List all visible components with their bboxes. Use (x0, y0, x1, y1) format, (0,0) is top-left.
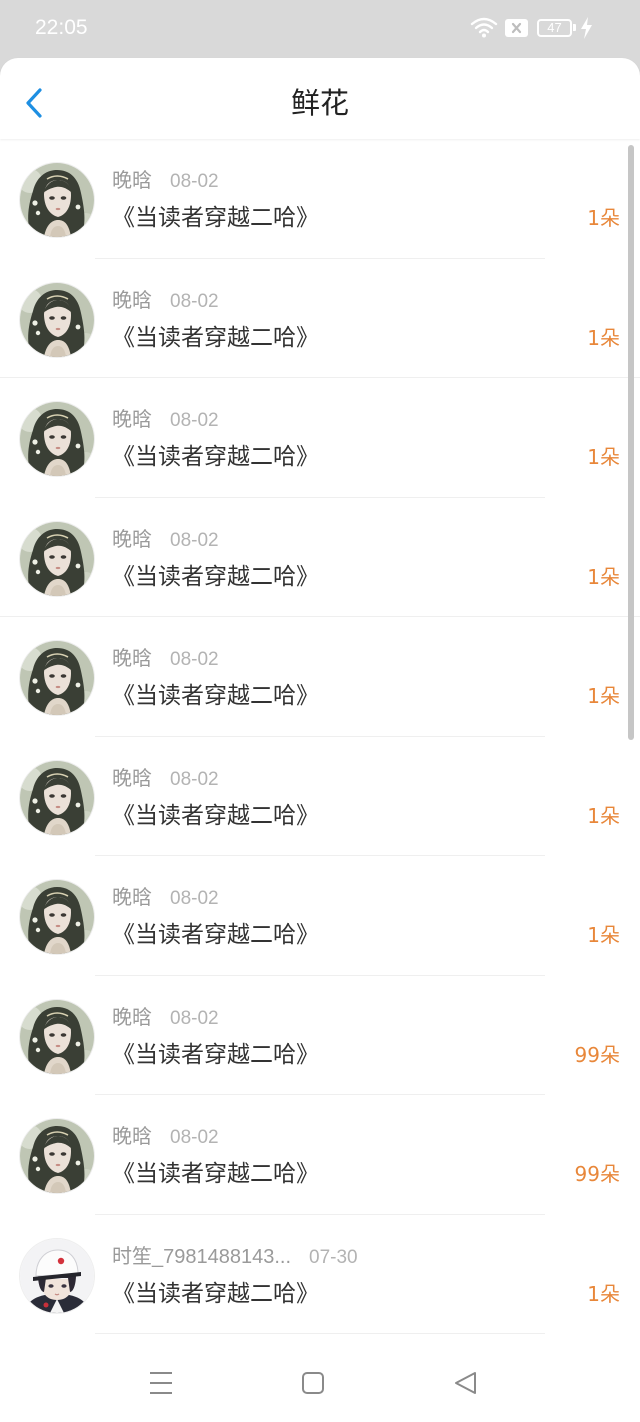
item-meta: 晚晗 08-02 (112, 408, 219, 432)
user-name[interactable]: 晚晗 (112, 1126, 152, 1148)
flower-count: 1朵 (587, 564, 620, 589)
item-meta: 晚晗 08-02 (112, 886, 219, 910)
user-name[interactable]: 晚晗 (112, 170, 152, 192)
item-meta: 晚晗 08-02 (112, 289, 219, 313)
avatar[interactable] (20, 282, 94, 357)
girl-avatar-icon (20, 521, 94, 596)
girl-avatar-icon (20, 282, 94, 357)
avatar[interactable] (20, 521, 94, 596)
avatar[interactable] (20, 163, 94, 237)
item-meta: 晚晗 08-02 (112, 647, 219, 671)
list-item[interactable]: 晚晗 08-02 《当读者穿越二哈》 1朵 (0, 259, 640, 378)
divider (95, 1333, 545, 1334)
user-name[interactable]: 晚晗 (112, 529, 152, 551)
girl-avatar-icon (20, 641, 94, 715)
flower-count: 1朵 (587, 684, 620, 708)
user-name[interactable]: 晚晗 (112, 768, 152, 790)
gift-date: 08-02 (170, 529, 219, 551)
book-title: 《当读者穿越二哈》 (112, 324, 319, 351)
gift-date: 08-02 (170, 290, 219, 312)
gift-date: 08-02 (170, 171, 219, 192)
girl-avatar-icon (20, 999, 94, 1074)
gift-date: 08-02 (170, 888, 219, 909)
list-item[interactable]: 晚晗 08-02 《当读者穿越二哈》 1朵 (0, 139, 640, 259)
girl-avatar-icon (20, 1119, 94, 1193)
gift-date: 08-02 (170, 1007, 219, 1029)
gift-date: 08-02 (170, 649, 219, 670)
home-icon (302, 1372, 324, 1394)
book-title: 《当读者穿越二哈》 (112, 205, 319, 231)
item-meta: 晚晗 08-02 (112, 1006, 219, 1030)
flower-count: 1朵 (587, 1281, 620, 1306)
list-item[interactable]: 晚晗 08-02 《当读者穿越二哈》 99朵 (0, 976, 640, 1095)
gift-date: 08-02 (170, 1127, 219, 1148)
menu-button[interactable] (139, 1363, 183, 1403)
book-title: 《当读者穿越二哈》 (112, 1041, 319, 1068)
list-item[interactable]: 晚晗 08-02 《当读者穿越二哈》 1朵 (0, 737, 640, 856)
battery-icon: 47 (537, 19, 572, 37)
girl-avatar-icon (20, 163, 94, 237)
flower-count: 1朵 (587, 325, 620, 350)
girl-avatar-icon (20, 760, 94, 835)
list-item[interactable]: 晚晗 08-02 《当读者穿越二哈》 1朵 (0, 378, 640, 498)
user-name[interactable]: 时笙_7981488143... (112, 1246, 291, 1268)
system-nav-bar (0, 1345, 640, 1422)
gift-date: 07-30 (309, 1246, 358, 1268)
flower-count: 1朵 (587, 803, 620, 828)
book-title: 《当读者穿越二哈》 (112, 1161, 319, 1187)
back-nav-button[interactable] (444, 1363, 488, 1403)
avatar[interactable] (20, 880, 94, 954)
item-meta: 晚晗 08-02 (112, 767, 219, 791)
flower-count: 1朵 (587, 923, 620, 947)
home-button[interactable] (291, 1363, 335, 1403)
list-item[interactable]: 晚晗 08-02 《当读者穿越二哈》 1朵 (0, 617, 640, 737)
avatar[interactable] (20, 402, 94, 476)
avatar[interactable] (20, 999, 94, 1074)
flower-list[interactable]: 晚晗 08-02 《当读者穿越二哈》 1朵 晚晗 08-02 《当读者穿越二哈》 1朵 晚晗 08… (0, 139, 640, 1334)
item-meta: 晚晗 08-02 (112, 1125, 219, 1149)
book-title: 《当读者穿越二哈》 (112, 802, 319, 829)
user-name[interactable]: 晚晗 (112, 1007, 152, 1029)
wifi-icon (470, 17, 498, 38)
book-title: 《当读者穿越二哈》 (112, 683, 319, 709)
avatar[interactable] (20, 1238, 94, 1313)
book-title: 《当读者穿越二哈》 (112, 922, 319, 948)
clock: 22:05 (35, 16, 88, 39)
flower-count: 1朵 (587, 445, 620, 469)
item-meta: 晚晗 08-02 (112, 528, 219, 552)
item-meta: 时笙_7981488143... 07-30 (112, 1245, 358, 1269)
page-title: 鲜花 (290, 86, 349, 120)
gift-date: 08-02 (170, 768, 219, 790)
book-title: 《当读者穿越二哈》 (112, 1280, 319, 1307)
user-name[interactable]: 晚晗 (112, 409, 152, 431)
flower-count: 99朵 (574, 1162, 620, 1186)
no-sim-icon (505, 19, 528, 37)
item-meta: 晚晗 08-02 (112, 169, 219, 193)
list-item[interactable]: 晚晗 08-02 《当读者穿越二哈》 1朵 (0, 856, 640, 976)
girl-avatar-icon (20, 402, 94, 476)
list-item[interactable]: 晚晗 08-02 《当读者穿越二哈》 99朵 (0, 1095, 640, 1215)
user-name[interactable]: 晚晗 (112, 648, 152, 670)
user-name[interactable]: 晚晗 (112, 887, 152, 909)
gift-date: 08-02 (170, 410, 219, 431)
avatar[interactable] (20, 1119, 94, 1193)
app-header: 鲜花 (0, 58, 640, 139)
book-title: 《当读者穿越二哈》 (112, 444, 319, 470)
list-item[interactable]: 时笙_7981488143... 07-30 《当读者穿越二哈》 1朵 (0, 1215, 640, 1334)
boy-avatar-icon (20, 1238, 94, 1313)
back-icon (455, 1372, 476, 1394)
flower-count: 99朵 (574, 1042, 620, 1067)
avatar[interactable] (20, 641, 94, 715)
charging-icon (581, 17, 592, 39)
list-item[interactable]: 晚晗 08-02 《当读者穿越二哈》 1朵 (0, 498, 640, 617)
scrollbar[interactable] (628, 145, 634, 740)
user-name[interactable]: 晚晗 (112, 290, 152, 312)
book-title: 《当读者穿越二哈》 (112, 563, 319, 590)
battery-level: 47 (547, 20, 562, 35)
battery-nub (573, 24, 576, 31)
menu-icon (150, 1372, 172, 1394)
avatar[interactable] (20, 760, 94, 835)
girl-avatar-icon (20, 880, 94, 954)
flower-count: 1朵 (587, 206, 620, 230)
